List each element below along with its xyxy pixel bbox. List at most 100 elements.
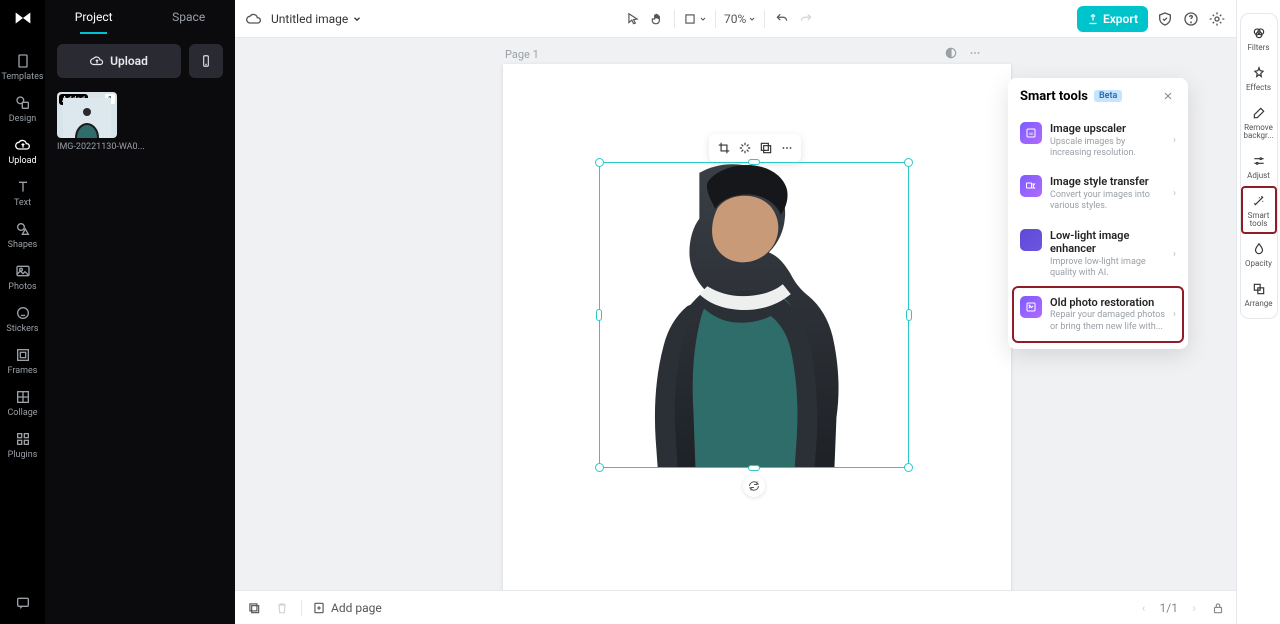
rail-design[interactable]: Design (0, 88, 45, 130)
prop-adjust[interactable]: Adjust (1241, 146, 1277, 186)
next-page-icon[interactable]: › (1186, 600, 1202, 616)
thumb-filename: IMG-20221130-WA0... (57, 142, 223, 152)
rail-label: Stickers (6, 324, 38, 334)
arrange-icon (1250, 280, 1268, 298)
main-area: Untitled image 70% Export (235, 0, 1236, 624)
side-panel: Project Space Upload Added 1 (45, 0, 235, 624)
upload-label: Upload (110, 54, 148, 68)
rail-label: Upload (8, 156, 36, 166)
rail-text[interactable]: Text (0, 172, 45, 214)
cloud-icon[interactable] (245, 10, 263, 28)
cursor-icon[interactable] (624, 10, 642, 28)
selection[interactable] (599, 162, 909, 468)
effects-icon (1250, 64, 1268, 82)
tool-style-transfer[interactable]: Image style transferConvert your images … (1014, 167, 1182, 220)
property-rail: Filters Effects Remove backgr... Adjust … (1236, 0, 1280, 624)
stickers-icon (14, 304, 32, 322)
rail-label: Photos (8, 282, 36, 292)
prop-arrange[interactable]: Arrange (1241, 274, 1277, 314)
upscaler-icon: 4K (1020, 122, 1042, 144)
handle-b[interactable] (748, 465, 760, 471)
rail-label: Text (14, 198, 31, 208)
design-icon (14, 94, 32, 112)
device-button[interactable] (189, 44, 223, 78)
nav-rail: Templates Design Upload Text Shapes Phot… (0, 0, 45, 624)
rail-plugins[interactable]: Plugins (0, 424, 45, 466)
prop-opacity[interactable]: Opacity (1241, 234, 1277, 274)
page-theme-icon[interactable] (944, 46, 958, 60)
plugins-icon (14, 430, 32, 448)
crop-icon[interactable] (715, 139, 733, 157)
rail-photos[interactable]: Photos (0, 256, 45, 298)
trash-icon[interactable] (273, 599, 291, 617)
handle-br[interactable] (904, 463, 913, 472)
zoom-level[interactable]: 70% (724, 10, 756, 28)
canvas[interactable]: Page 1 (235, 38, 1236, 590)
rail-stickers[interactable]: Stickers (0, 298, 45, 340)
shapes-icon (14, 220, 32, 238)
upload-button[interactable]: Upload (57, 44, 181, 78)
rail-label: Collage (7, 408, 37, 418)
hand-icon[interactable] (648, 10, 666, 28)
restore-icon (1020, 296, 1042, 318)
tool-restoration[interactable]: Old photo restorationRepair your damaged… (1014, 288, 1182, 341)
lock-icon[interactable] (1210, 600, 1226, 616)
message-icon[interactable] (14, 594, 32, 612)
chevron-down-icon (352, 14, 362, 24)
page-more-icon[interactable] (968, 46, 982, 60)
handle-t[interactable] (748, 159, 760, 165)
undo-icon[interactable] (773, 10, 791, 28)
tab-project[interactable]: Project (71, 0, 117, 34)
add-page-button[interactable]: Add page (312, 601, 382, 615)
rail-collage[interactable]: Collage (0, 382, 45, 424)
more-icon[interactable] (778, 139, 796, 157)
prop-smart-tools[interactable]: Smart tools (1241, 186, 1277, 234)
sparkle-icon[interactable] (736, 139, 754, 157)
background-icon[interactable] (757, 139, 775, 157)
sliders-icon (1250, 152, 1268, 170)
artboard-icon[interactable] (683, 10, 707, 28)
rail-label: Design (9, 114, 37, 124)
rail-label: Frames (8, 366, 38, 376)
rail-shapes[interactable]: Shapes (0, 214, 45, 256)
prop-filters[interactable]: Filters (1241, 18, 1277, 58)
svg-text:4K: 4K (1029, 131, 1034, 136)
text-icon (14, 178, 32, 196)
handle-r[interactable] (906, 309, 912, 321)
handle-tr[interactable] (904, 158, 913, 167)
prev-page-icon[interactable]: ‹ (1136, 600, 1152, 616)
side-tabs: Project Space (45, 0, 235, 34)
frames-icon (14, 346, 32, 364)
close-icon[interactable] (1160, 88, 1176, 104)
layers-icon[interactable] (245, 599, 263, 617)
help-icon[interactable] (1182, 10, 1200, 28)
moon-icon (1020, 229, 1042, 251)
filters-icon (1250, 24, 1268, 42)
settings-icon[interactable] (1208, 10, 1226, 28)
rotate-handle[interactable] (743, 475, 765, 497)
handle-bl[interactable] (595, 463, 604, 472)
rail-frames[interactable]: Frames (0, 340, 45, 382)
document-title[interactable]: Untitled image (271, 12, 362, 26)
opacity-icon (1250, 240, 1268, 258)
rail-upload[interactable]: Upload (0, 130, 45, 172)
redo-icon[interactable] (797, 10, 815, 28)
rail-templates[interactable]: Templates (0, 46, 45, 88)
panel-title: Smart tools (1020, 89, 1088, 104)
export-button[interactable]: Export (1077, 6, 1148, 32)
asset-thumb[interactable]: Added 1 (57, 92, 117, 138)
page-label: Page 1 (505, 48, 539, 61)
tab-space[interactable]: Space (168, 0, 209, 34)
templates-icon (14, 52, 32, 70)
thumb-person-icon (63, 98, 111, 138)
tool-lowlight[interactable]: Low-light image enhancerImprove low-ligh… (1014, 221, 1182, 288)
rail-label: Plugins (8, 450, 38, 460)
prop-removebg[interactable]: Remove backgr... (1241, 98, 1277, 146)
chevron-right-icon: › (1173, 249, 1176, 260)
handle-tl[interactable] (595, 158, 604, 167)
tool-upscaler[interactable]: 4K Image upscalerUpscale images by incre… (1014, 114, 1182, 167)
rail-label: Templates (1, 72, 43, 82)
prop-effects[interactable]: Effects (1241, 58, 1277, 98)
handle-l[interactable] (596, 309, 602, 321)
shield-icon[interactable] (1156, 10, 1174, 28)
